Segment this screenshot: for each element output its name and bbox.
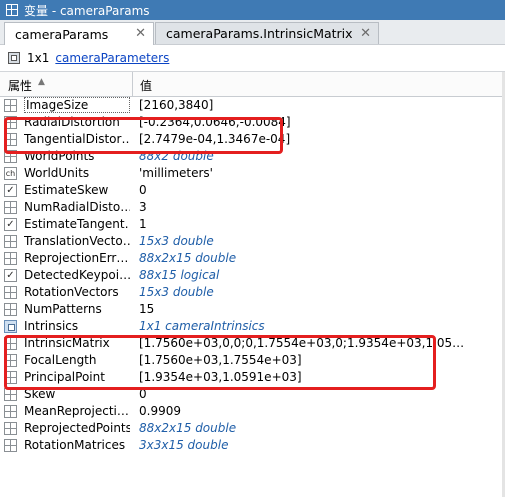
property-name: EstimateTangent… [24, 217, 130, 231]
table-row[interactable]: MeanReprojecti… 0.9909 [0, 403, 505, 420]
numeric-array-icon [4, 99, 17, 112]
property-name: RotationMatrices [24, 438, 126, 452]
property-value[interactable]: 1x1 cameraIntrinsics [139, 319, 499, 333]
numeric-array-icon [4, 286, 17, 299]
property-value[interactable]: 'millimeters' [139, 166, 499, 180]
class-link[interactable]: cameraParameters [55, 51, 169, 65]
property-name: NumPatterns [24, 302, 102, 316]
numeric-array-icon [4, 439, 17, 452]
numeric-array-icon [4, 252, 17, 265]
tab-cameraparams[interactable]: cameraParams ✕ [4, 22, 154, 45]
property-value[interactable]: 0 [139, 183, 499, 197]
highlight-box-distortion [4, 117, 283, 154]
table-row[interactable]: ReprojectedPoints 88x2x15 double [0, 420, 505, 437]
property-value[interactable]: 88x2x15 double [139, 421, 499, 435]
logical-icon: ✓ [4, 269, 17, 282]
column-header-property[interactable]: 属性 [8, 77, 32, 94]
struct-variable-icon [8, 52, 20, 64]
property-name: ImageSize [24, 97, 130, 113]
close-icon[interactable]: ✕ [360, 26, 371, 41]
numeric-array-icon [4, 201, 17, 214]
column-divider[interactable] [132, 72, 133, 96]
property-value[interactable]: 3x3x15 double [139, 438, 499, 452]
property-value[interactable]: 15 [139, 302, 499, 316]
variable-info-bar: 1x1 cameraParameters [0, 45, 505, 72]
window-title: 变量 - cameraParams [24, 3, 150, 18]
tab-label: cameraParams [15, 26, 109, 42]
table-row[interactable]: ReprojectionErr… 88x2x15 double [0, 250, 505, 267]
property-value[interactable]: 88x2x15 double [139, 251, 499, 265]
table-row[interactable]: ch WorldUnits 'millimeters' [0, 165, 505, 182]
property-value[interactable]: 88x15 logical [139, 268, 499, 282]
table-row[interactable]: ✓ EstimateTangent… 1 [0, 216, 505, 233]
property-name: DetectedKeypoi… [24, 268, 130, 282]
sort-ascending-icon[interactable]: ▲ [38, 77, 45, 87]
close-icon[interactable]: ✕ [135, 26, 146, 41]
property-name: Intrinsics [24, 319, 79, 333]
object-icon [4, 320, 17, 333]
table-row[interactable]: Intrinsics 1x1 cameraIntrinsics [0, 318, 505, 335]
char-icon: ch [4, 167, 17, 180]
highlight-box-intrinsics [4, 335, 436, 390]
property-value[interactable]: 3 [139, 200, 499, 214]
table-row[interactable]: RotationMatrices 3x3x15 double [0, 437, 505, 454]
table-row[interactable]: TranslationVecto… 15x3 double [0, 233, 505, 250]
property-name: WorldUnits [24, 166, 90, 180]
property-name: MeanReprojecti… [24, 404, 129, 418]
property-name: TranslationVecto… [24, 234, 130, 248]
logical-icon: ✓ [4, 218, 17, 231]
property-name: RotationVectors [24, 285, 119, 299]
table-row[interactable]: ✓ DetectedKeypoi… 88x15 logical [0, 267, 505, 284]
table-row[interactable]: ✓ EstimateSkew 0 [0, 182, 505, 199]
table-row[interactable]: ImageSize [2160,3840] [0, 97, 505, 114]
property-name: ReprojectionErr… [24, 251, 129, 265]
property-value[interactable]: 0.9909 [139, 404, 499, 418]
property-value[interactable]: [2160,3840] [139, 98, 499, 112]
numeric-array-icon [4, 303, 17, 316]
table-row[interactable]: NumRadialDisto… 3 [0, 199, 505, 216]
title-bar: 变量 - cameraParams [0, 0, 505, 20]
property-value[interactable]: 1 [139, 217, 499, 231]
property-name: NumRadialDisto… [24, 200, 130, 214]
property-name: ReprojectedPoints [24, 421, 130, 435]
variable-size: 1x1 [27, 51, 50, 65]
logical-icon: ✓ [4, 184, 17, 197]
column-header-value[interactable]: 值 [140, 77, 152, 94]
property-value[interactable]: 15x3 double [139, 234, 499, 248]
table-row[interactable]: NumPatterns 15 [0, 301, 505, 318]
tab-bar: cameraParams ✕ cameraParams.IntrinsicMat… [0, 20, 505, 45]
property-name: EstimateSkew [24, 183, 109, 197]
tab-label: cameraParams.IntrinsicMatrix [166, 26, 353, 41]
numeric-array-icon [4, 235, 17, 248]
variable-editor-icon [6, 4, 18, 16]
column-header: 属性 ▲ 值 [0, 72, 505, 97]
numeric-array-icon [4, 405, 17, 418]
table-row[interactable]: RotationVectors 15x3 double [0, 284, 505, 301]
numeric-array-icon [4, 422, 17, 435]
property-value[interactable]: 15x3 double [139, 285, 499, 299]
tab-intrinsic-matrix[interactable]: cameraParams.IntrinsicMatrix ✕ [155, 22, 379, 44]
